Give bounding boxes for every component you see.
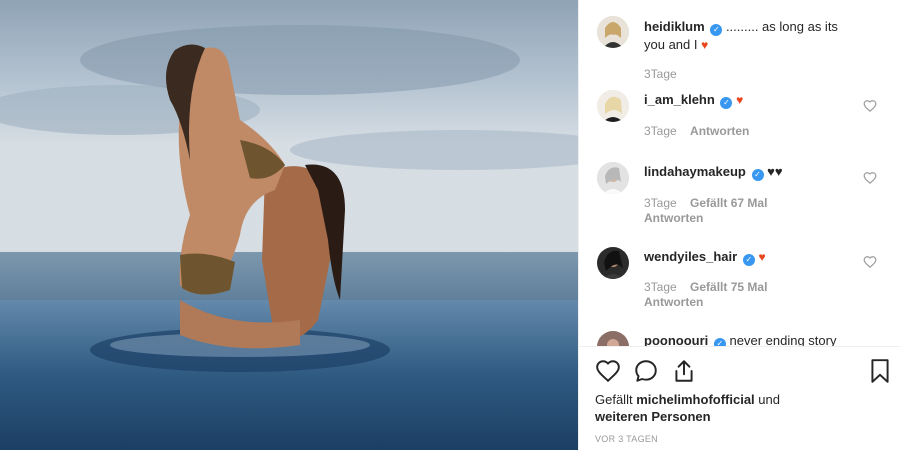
comment-text: never ending story (729, 333, 837, 346)
liked-by-prefix: Gefällt (595, 392, 633, 407)
heart-emoji-icon: ♥ (701, 38, 709, 52)
commenter-username[interactable]: wendyiles_hair (644, 249, 737, 264)
heart-emoji-icon: ♥ (758, 250, 766, 264)
author-username[interactable]: heidiklum (644, 19, 705, 34)
caption-age: 3Tage (644, 67, 677, 81)
comment-like-icon[interactable] (863, 171, 877, 185)
liked-by-and: und (758, 392, 780, 407)
liked-by-others-link[interactable]: weiteren Personen (595, 409, 711, 424)
comments-list[interactable]: heidiklum ✓ ......... as long as its you… (579, 0, 900, 346)
comment-like-icon[interactable] (863, 99, 877, 113)
share-icon[interactable] (671, 358, 697, 384)
comment-age: 3Tage (644, 196, 677, 210)
verified-badge-icon: ✓ (751, 169, 764, 181)
verified-badge-icon: ✓ (710, 24, 723, 36)
liked-by-summary: Gefällt michelimhofofficial und weiteren… (595, 391, 855, 425)
post-photo[interactable] (0, 0, 578, 450)
commenter-avatar[interactable] (597, 162, 629, 194)
commenter-avatar[interactable] (597, 331, 629, 346)
commenter-avatar[interactable] (597, 90, 629, 122)
reply-button[interactable]: Antworten (644, 211, 767, 226)
comment-age: 3Tage (644, 280, 677, 294)
heart-icon[interactable] (595, 358, 621, 384)
commenter-username[interactable]: poonoouri (644, 333, 708, 346)
commenter-username[interactable]: i_am_klehn (644, 92, 715, 107)
verified-badge-icon: ✓ (720, 97, 733, 109)
post-date[interactable]: VOR 3 TAGEN (595, 434, 658, 444)
commenter-username[interactable]: lindahaymakeup (644, 164, 746, 179)
commenter-avatar[interactable] (597, 247, 629, 279)
reply-button[interactable]: Antworten (644, 295, 767, 310)
author-avatar[interactable] (597, 16, 629, 48)
bookmark-icon[interactable] (867, 358, 893, 384)
post-side-panel: heidiklum ✓ ......... as long as its you… (578, 0, 900, 450)
comment-like-icon[interactable] (863, 255, 877, 269)
comment-age: 3Tage (644, 124, 677, 138)
comment-text: ♥♥ (767, 164, 783, 179)
verified-badge-icon: ✓ (742, 254, 755, 266)
comment-likes-count[interactable]: Gefällt 67 Mal (690, 196, 767, 210)
post-actions-bar: Gefällt michelimhofofficial und weiteren… (579, 346, 900, 450)
liked-by-user-link[interactable]: michelimhofofficial (636, 392, 754, 407)
verified-badge-icon: ✓ (713, 338, 726, 346)
comment-icon[interactable] (633, 358, 659, 384)
reply-button[interactable]: Antworten (690, 124, 749, 138)
heart-emoji-icon: ♥ (736, 93, 744, 107)
comment-likes-count[interactable]: Gefällt 75 Mal (690, 280, 767, 294)
couple-in-infinity-pool-image (0, 0, 578, 450)
